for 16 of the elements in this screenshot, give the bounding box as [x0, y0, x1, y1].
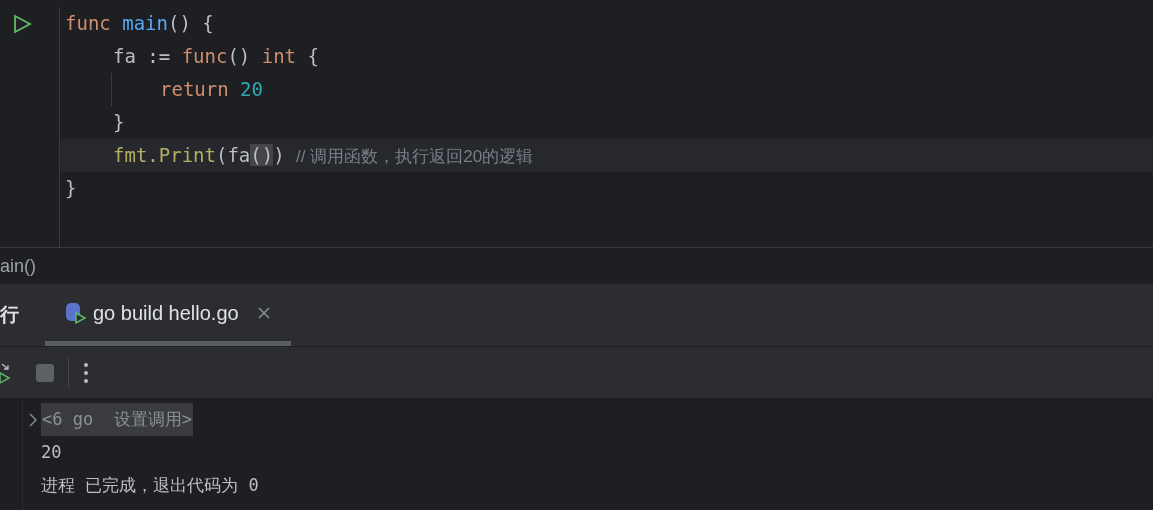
- code-line: }: [65, 176, 77, 202]
- console-output: 20: [41, 440, 62, 464]
- console-output: 进程 已完成，退出代码为 0: [41, 473, 259, 497]
- code-line: return 20: [160, 77, 263, 103]
- chevron-icon[interactable]: [29, 412, 37, 427]
- code-line: }: [113, 110, 125, 136]
- more-icon[interactable]: [83, 361, 89, 384]
- panel-title: 行: [0, 303, 19, 328]
- close-icon[interactable]: [256, 306, 271, 320]
- run-icon[interactable]: [12, 13, 32, 34]
- breadcrumb[interactable]: ain(): [0, 252, 36, 280]
- code-line: func main() {: [65, 11, 214, 37]
- folded-lines[interactable]: <6 go 设置调用>: [41, 402, 193, 437]
- code-line: fmt.Print(fa()) // 调用函数，执行返回20的逻辑: [113, 143, 534, 169]
- code-line: fa := func() int {: [113, 44, 319, 70]
- run-config-icon: [65, 301, 87, 325]
